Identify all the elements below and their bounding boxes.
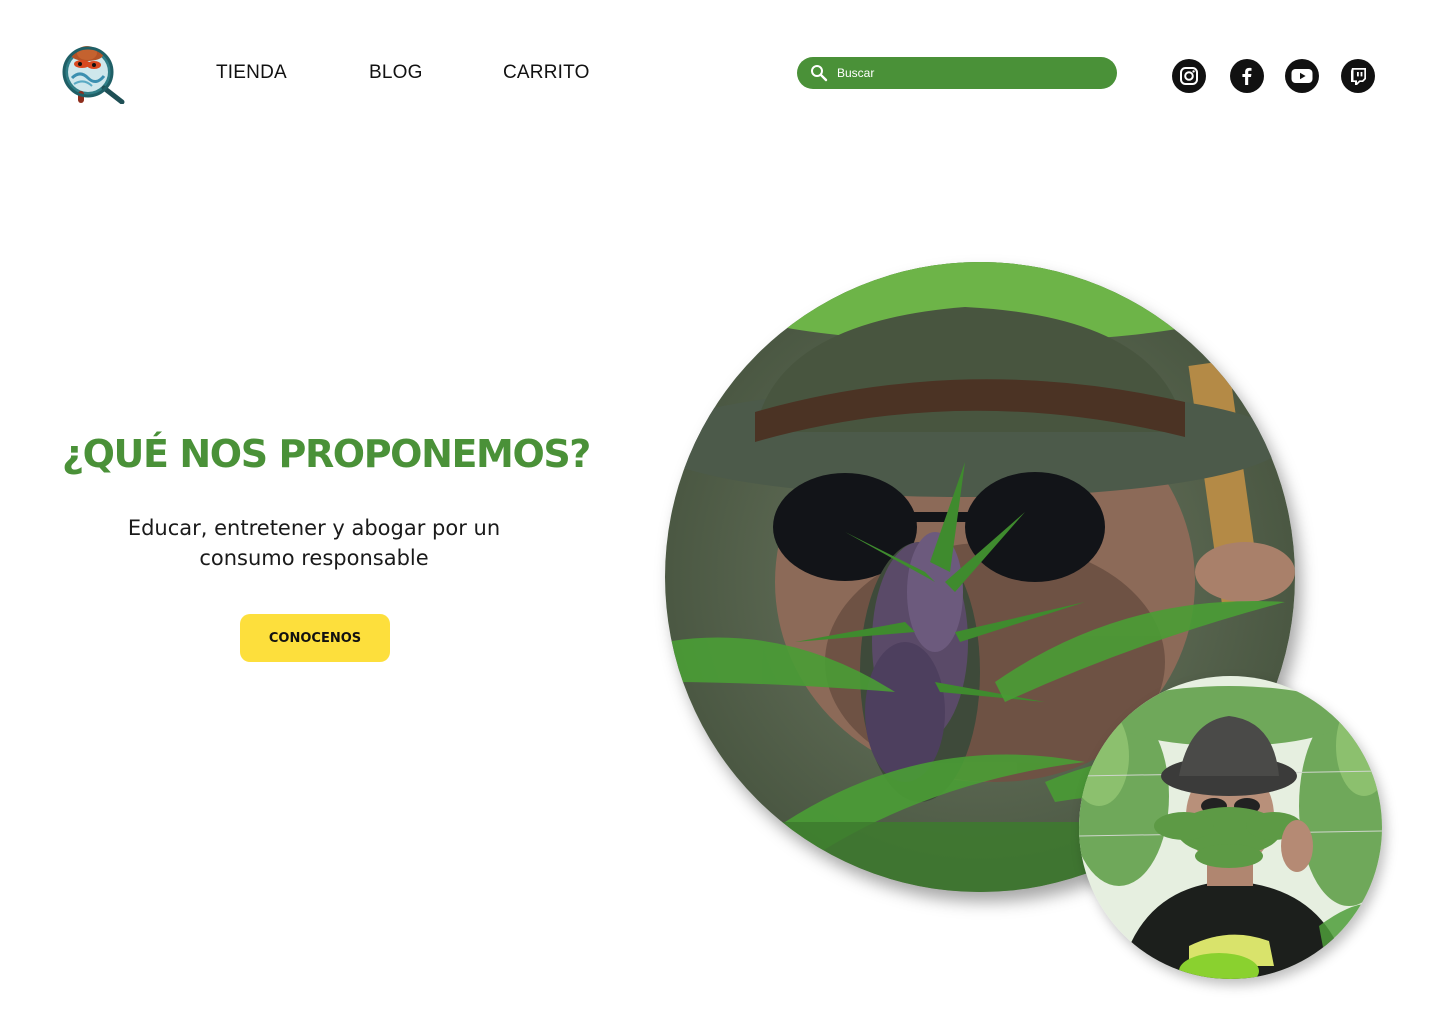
instagram-icon xyxy=(1180,67,1198,85)
twitch-link[interactable] xyxy=(1341,59,1375,93)
search-input[interactable] xyxy=(837,59,1097,87)
hero-subtitle: Educar, entretener y abogar por un consu… xyxy=(127,516,501,570)
search-icon[interactable] xyxy=(810,64,828,82)
nav-link-carrito[interactable]: CARRITO xyxy=(503,62,590,84)
youtube-link[interactable] xyxy=(1285,59,1319,93)
search-bar xyxy=(797,57,1117,89)
nav-link-blog[interactable]: BLOG xyxy=(369,62,423,84)
logo-link[interactable] xyxy=(58,42,128,105)
magnifier-character-logo-icon xyxy=(62,46,125,105)
twitch-icon xyxy=(1351,68,1366,85)
facebook-link[interactable] xyxy=(1230,59,1264,93)
nav-link-tienda[interactable]: TIENDA xyxy=(216,62,287,84)
hero-photo-secondary xyxy=(1079,676,1382,979)
youtube-icon xyxy=(1291,69,1313,83)
hero-title: ¿QUÉ NOS PROPONEMOS? xyxy=(62,432,591,476)
conocenos-button[interactable]: CONOCENOS xyxy=(240,614,390,662)
instagram-link[interactable] xyxy=(1172,59,1206,93)
facebook-icon xyxy=(1242,67,1252,85)
